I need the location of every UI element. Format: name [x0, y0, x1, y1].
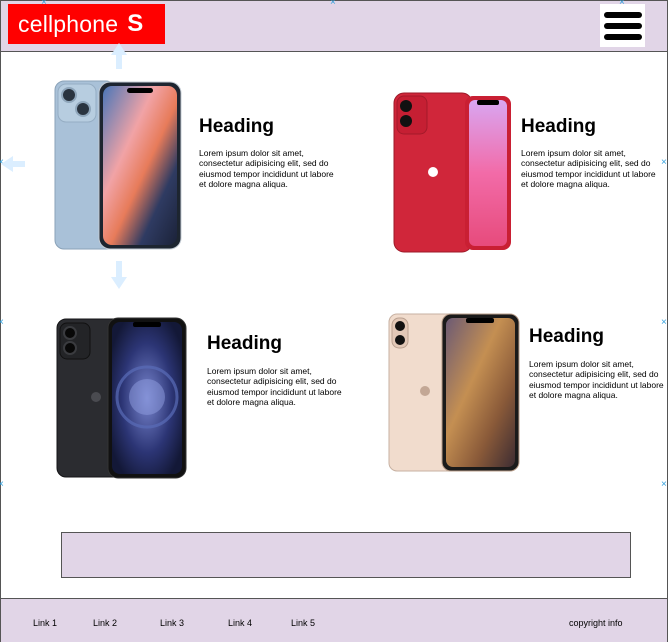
- footer-link-4[interactable]: Link 4: [228, 618, 252, 628]
- selection-handle-icon: ×: [0, 317, 4, 328]
- page: cellphone S × × × × × × × × × Heading Lo…: [0, 0, 668, 642]
- product-description: Lorem ipsum dolor sit amet, consectetur …: [521, 148, 656, 189]
- product-description: Lorem ipsum dolor sit amet, consectetur …: [199, 148, 334, 189]
- selection-handle-icon: ×: [0, 479, 4, 490]
- phone-image: [56, 317, 187, 479]
- footer-link-1[interactable]: Link 1: [33, 618, 57, 628]
- product-description: Lorem ipsum dolor sit amet, consectetur …: [529, 359, 664, 400]
- product-heading: Heading: [521, 116, 596, 137]
- copyright-info: copyright info: [569, 618, 623, 628]
- hamburger-menu-icon[interactable]: [600, 4, 645, 47]
- selection-handle-icon: ×: [41, 0, 47, 8]
- product-description: Lorem ipsum dolor sit amet, consectetur …: [207, 366, 342, 407]
- logo[interactable]: cellphone S: [8, 4, 165, 44]
- footer-link-5[interactable]: Link 5: [291, 618, 315, 628]
- selection-handle-icon: ×: [661, 157, 667, 168]
- footer-bar: Link 1 Link 2 Link 3 Link 4 Link 5 copyr…: [1, 598, 667, 642]
- phone-image: [54, 80, 182, 250]
- selection-handle-icon: ×: [330, 0, 336, 8]
- phone-image: [388, 313, 520, 472]
- logo-text: cellphone: [18, 10, 119, 37]
- content-placeholder-box: [61, 532, 631, 578]
- selection-handle-icon: ×: [661, 317, 667, 328]
- product-heading: Heading: [529, 326, 604, 347]
- footer-link-3[interactable]: Link 3: [160, 618, 184, 628]
- phone-image: [393, 92, 511, 253]
- menu-bar: [603, 11, 642, 18]
- product-heading: Heading: [199, 116, 274, 137]
- logo-mark: S: [127, 10, 144, 37]
- menu-bar: [603, 33, 642, 40]
- selection-handle-icon: ×: [619, 0, 625, 8]
- footer-link-2[interactable]: Link 2: [93, 618, 117, 628]
- selection-handle-icon: ×: [661, 479, 667, 490]
- product-heading: Heading: [207, 333, 282, 354]
- menu-bar: [603, 22, 642, 29]
